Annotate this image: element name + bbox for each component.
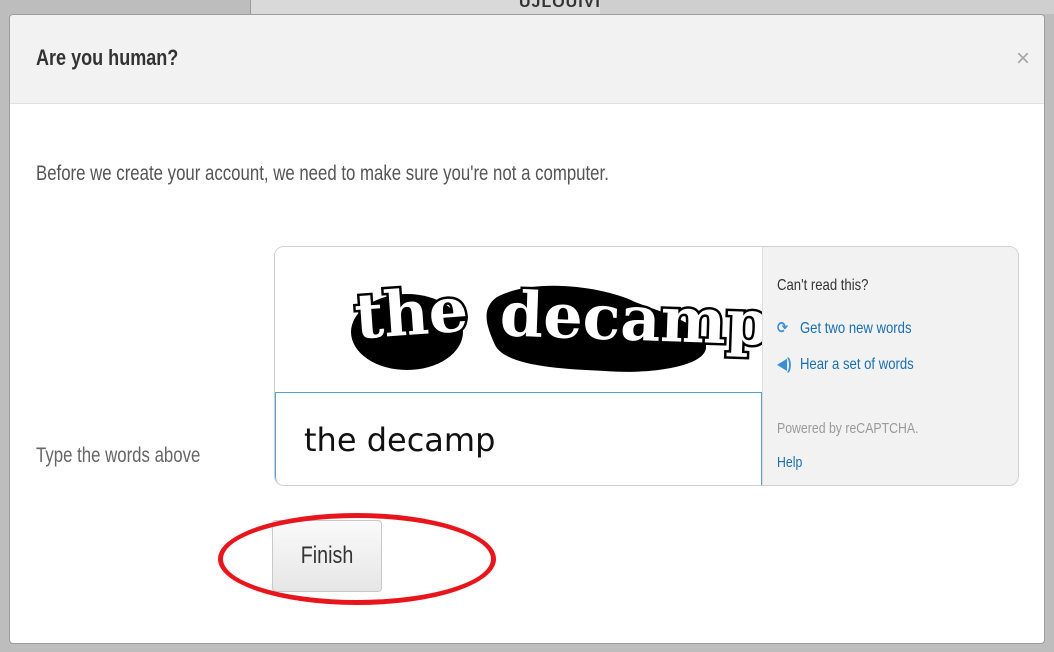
captcha-word-2: decamp — [499, 277, 762, 359]
captcha-response-input[interactable] — [275, 392, 762, 485]
captcha-side-panel: Can't read this? ⟳ Get two new words ◀) He… — [762, 247, 1018, 485]
new-words-link[interactable]: ⟳ Get two new words — [777, 318, 912, 338]
intro-text: Before we create your account, we need t… — [36, 162, 609, 185]
cant-read-heading: Can't read this? — [777, 277, 869, 294]
help-link[interactable]: Help — [777, 454, 802, 471]
finish-button[interactable]: Finish — [272, 520, 382, 592]
captcha-image-svg: the decamp — [350, 270, 773, 372]
dialog-header: Are you human? × — [10, 15, 1044, 104]
powered-by-text: Powered by reCAPTCHA. — [777, 420, 919, 437]
audio-label: Hear a set of words — [799, 356, 914, 373]
backdrop-strip-right — [600, 0, 1054, 14]
speaker-icon: ◀) — [777, 356, 792, 373]
input-label: Type the words above — [36, 444, 201, 467]
backdrop-strip: UJLOUIVIIYA I U — [250, 0, 627, 29]
captcha-word-1: the — [352, 273, 470, 354]
refresh-icon: ⟳ — [777, 320, 788, 337]
captcha-image: the decamp — [275, 247, 773, 393]
new-words-label: Get two new words — [799, 320, 912, 337]
audio-link[interactable]: ◀) Hear a set of words — [777, 354, 914, 374]
close-icon[interactable]: × — [1016, 47, 1030, 71]
captcha-dialog: Are you human? × Before we create your a… — [9, 14, 1045, 644]
dialog-title: Are you human? — [36, 45, 179, 70]
finish-label: Finish — [300, 542, 354, 569]
recaptcha-widget: the decamp Can't read this? ⟳ Get two new… — [274, 246, 1019, 486]
